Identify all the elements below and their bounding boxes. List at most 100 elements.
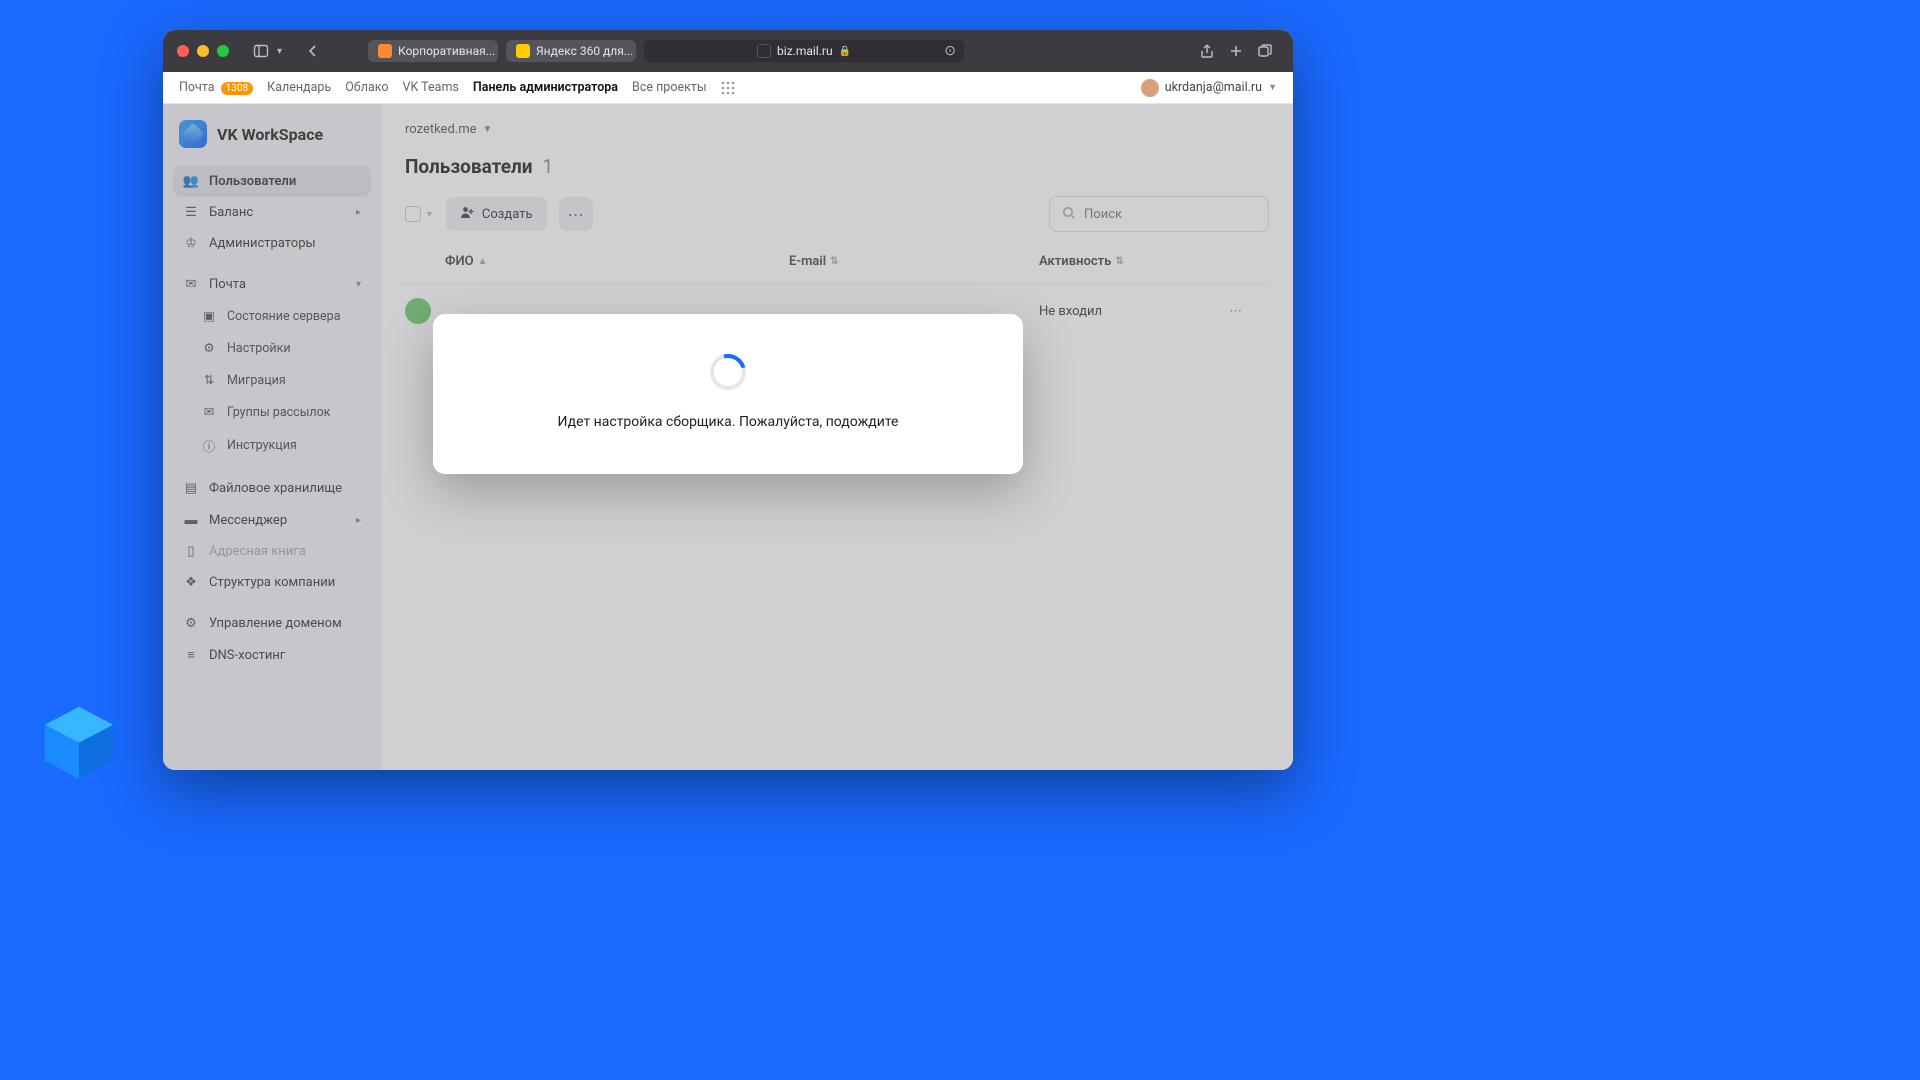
browser-titlebar: ▾ Корпоративная... Яндекс 360 для... biz… [163, 30, 1293, 72]
user-email: ukrdanja@mail.ru [1165, 80, 1262, 95]
more-actions-button[interactable]: ⋯ [559, 197, 593, 231]
sidebar-item-domain[interactable]: ⚙ Управление доменом [173, 608, 371, 639]
admin-icon: ♔ [183, 236, 199, 251]
sidebar-item-migration[interactable]: ⇅ Миграция [173, 364, 371, 396]
nav-vkteams[interactable]: VK Teams [403, 80, 459, 95]
gear-icon: ⚙ [183, 616, 199, 631]
sidebar-item-label: Структура компании [209, 575, 335, 590]
apps-grid-icon[interactable] [721, 81, 735, 95]
users-icon: 👥 [183, 174, 199, 189]
back-button[interactable] [306, 44, 320, 58]
search-input[interactable] [1084, 207, 1256, 222]
sort-icon: ⇅ [1115, 256, 1123, 267]
page-title: Пользователи 1 [405, 155, 1269, 178]
address-more-icon[interactable]: ⊙ [944, 43, 956, 59]
domain-selector[interactable]: rozetked.me ▼ [405, 118, 1269, 155]
user-menu[interactable]: ukrdanja@mail.ru ▼ [1141, 79, 1277, 97]
sidebar-item-admins[interactable]: ♔ Администраторы [173, 228, 371, 259]
window-controls [177, 45, 229, 57]
tab-label: Яндекс 360 для... [536, 44, 633, 58]
sidebar-item-settings[interactable]: ⚙ Настройки [173, 332, 371, 364]
chevron-down-icon: ▼ [1268, 82, 1277, 93]
nav-cloud[interactable]: Облако [345, 80, 388, 95]
close-window-button[interactable] [177, 45, 189, 57]
mail-badge: 1308 [221, 82, 253, 95]
decorative-cube [34, 696, 124, 786]
tab-favicon [516, 44, 530, 58]
sidebar-item-storage[interactable]: ▤ Файловое хранилище [173, 473, 371, 504]
create-label: Создать [482, 207, 533, 222]
sort-icon: ▲ [478, 256, 488, 267]
create-button[interactable]: Создать [446, 197, 547, 231]
sidebar-toggle-icon[interactable] [253, 43, 269, 59]
add-user-icon [460, 205, 474, 223]
nav-mail[interactable]: Почта 1308 [179, 80, 253, 95]
share-icon[interactable] [1199, 43, 1215, 59]
nav-label: Почта [179, 80, 215, 95]
sidebar-item-instruction[interactable]: ⓘ Инструкция [173, 428, 371, 463]
select-all-checkbox[interactable] [405, 206, 421, 222]
domain-name: rozetked.me [405, 122, 477, 137]
column-label: ФИО [445, 254, 474, 269]
tab-label: Корпоративная... [398, 44, 495, 58]
info-icon: ⓘ [201, 436, 217, 455]
sidebar-item-label: Инструкция [227, 438, 297, 453]
brand[interactable]: VK WorkSpace [173, 118, 371, 166]
new-tab-icon[interactable] [1229, 43, 1243, 59]
top-nav: Почта 1308 Календарь Облако VK Teams Пан… [163, 72, 1293, 104]
sidebar-item-label: DNS-хостинг [209, 648, 285, 663]
mail-icon: ✉ [183, 277, 199, 292]
sidebar-item-label: Адресная книга [209, 544, 306, 559]
row-more-button[interactable]: ⋯ [1229, 304, 1269, 319]
maximize-window-button[interactable] [217, 45, 229, 57]
browser-tab[interactable]: Яндекс 360 для... [506, 40, 636, 62]
sidebar-item-addressbook[interactable]: ▯ Адресная книга [173, 536, 371, 567]
server-icon: ▣ [201, 308, 217, 324]
sidebar-item-mail[interactable]: ✉ Почта ▾ [173, 269, 371, 300]
sidebar-item-server-status[interactable]: ▣ Состояние сервера [173, 300, 371, 332]
column-label: Активность [1039, 254, 1111, 269]
nav-admin-panel[interactable]: Панель администратора [473, 80, 618, 95]
sidebar-item-label: Пользователи [209, 174, 296, 189]
chevron-down-icon: ▾ [356, 279, 361, 290]
column-email[interactable]: E-mail ⇅ [789, 254, 1039, 269]
sidebar-item-users[interactable]: 👥 Пользователи [173, 166, 371, 197]
chevron-down-icon: ▼ [483, 124, 493, 135]
search-field[interactable] [1049, 196, 1269, 232]
column-activity[interactable]: Активность ⇅ [1039, 254, 1229, 269]
nav-all-projects[interactable]: Все проекты [632, 80, 707, 95]
main-panel: rozetked.me ▼ Пользователи 1 ▼ Создать [381, 104, 1293, 770]
address-bar[interactable]: biz.mail.ru 🔒 ⊙ [644, 40, 964, 62]
chevron-down-icon[interactable]: ▾ [277, 46, 282, 57]
sidebar-item-label: Группы рассылок [227, 405, 331, 420]
table-row[interactable]: Не входил ⋯ [405, 284, 1269, 338]
tabs-overview-icon[interactable] [1257, 43, 1273, 59]
page-title-text: Пользователи [405, 155, 533, 178]
column-fio[interactable]: ФИО ▲ [445, 254, 789, 269]
nav-calendar[interactable]: Календарь [267, 80, 331, 95]
column-label: E-mail [789, 254, 826, 269]
toolbar: ▼ Создать ⋯ [405, 196, 1269, 232]
sidebar-item-dns[interactable]: ≡ DNS-хостинг [173, 639, 371, 671]
messenger-icon: ▬ [183, 512, 199, 528]
sidebar-item-label: Почта [209, 277, 246, 292]
sidebar-item-label: Настройки [227, 341, 291, 356]
sidebar-item-balance[interactable]: ☰ Баланс ▸ [173, 197, 371, 228]
brand-title: VK WorkSpace [217, 125, 323, 144]
chevron-down-icon[interactable]: ▼ [425, 209, 434, 220]
sidebar-item-label: Администраторы [209, 236, 316, 251]
user-avatar [1141, 79, 1159, 97]
lock-icon: 🔒 [839, 46, 851, 57]
address-text: biz.mail.ru [777, 44, 833, 58]
sidebar-item-messenger[interactable]: ▬ Мессенджер ▸ [173, 504, 371, 536]
brand-logo [179, 120, 207, 148]
users-count: 1 [543, 155, 554, 178]
minimize-window-button[interactable] [197, 45, 209, 57]
sidebar-item-groups[interactable]: ✉ Группы рассылок [173, 396, 371, 428]
gear-icon: ⚙ [201, 340, 217, 356]
search-icon [1062, 205, 1076, 224]
browser-tab[interactable]: Корпоративная... [368, 40, 498, 62]
browser-window: ▾ Корпоративная... Яндекс 360 для... biz… [163, 30, 1293, 770]
sidebar-item-label: Управление доменом [209, 616, 342, 631]
sidebar-item-structure[interactable]: ❖ Структура компании [173, 567, 371, 598]
